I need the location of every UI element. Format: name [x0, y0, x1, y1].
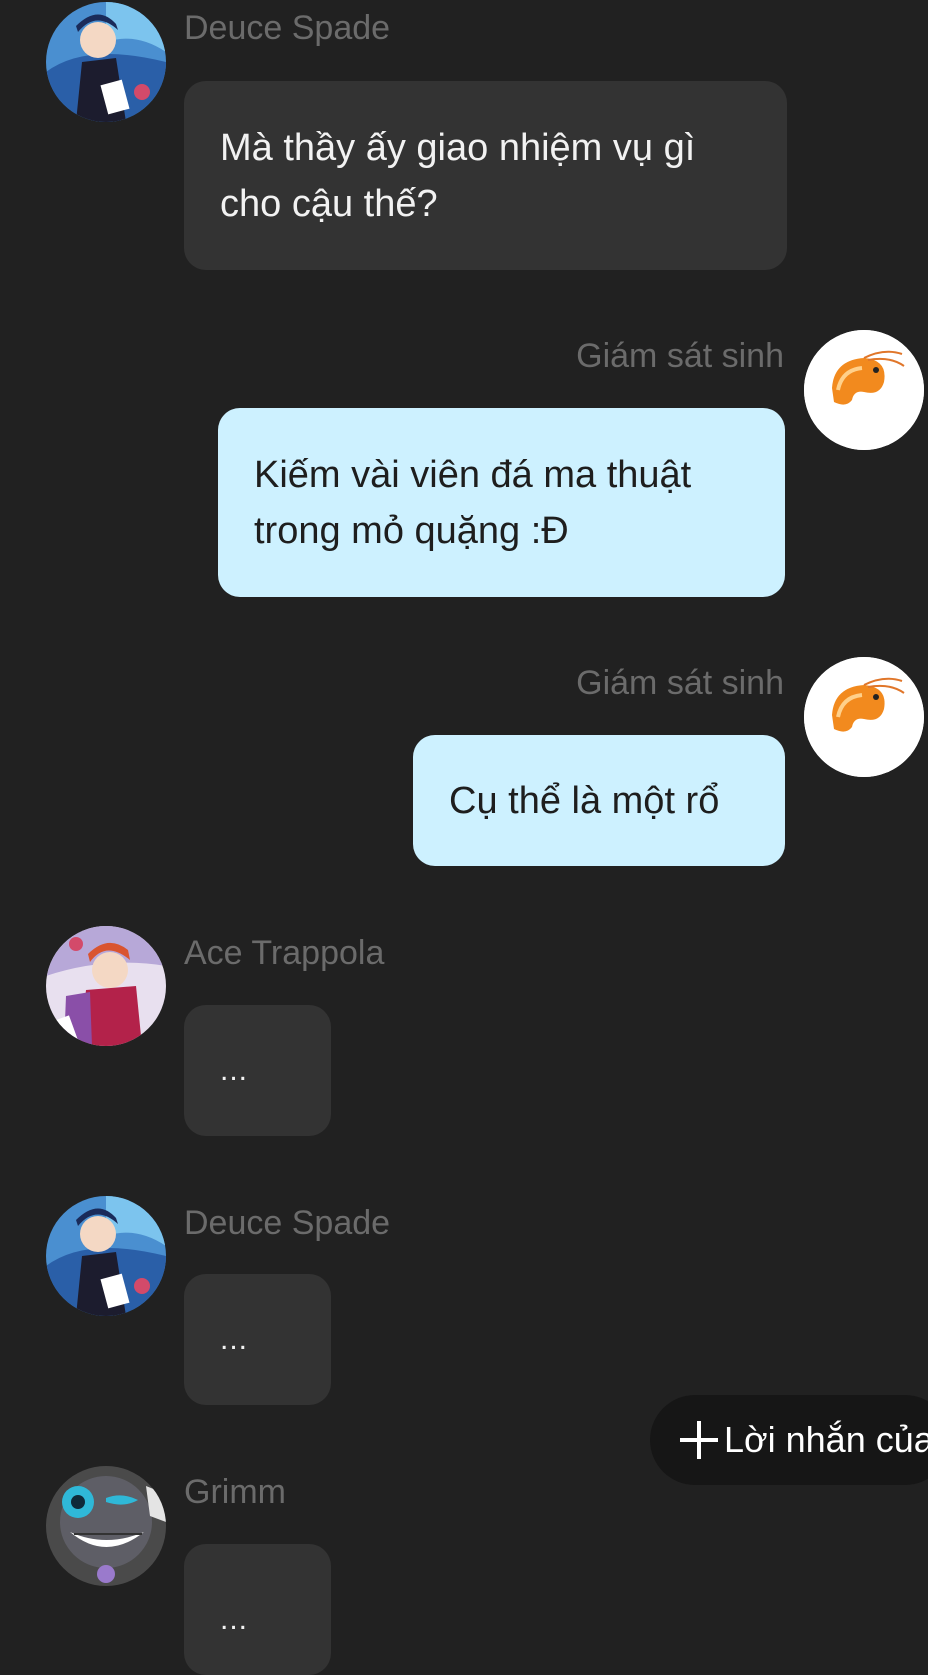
sender-name: Ace Trappola — [184, 934, 385, 972]
avatar-deuce-spade[interactable] — [46, 2, 166, 122]
avatar-giam-sat-sinh[interactable] — [804, 330, 924, 450]
avatar-giam-sat-sinh[interactable] — [804, 657, 924, 777]
plus-icon — [680, 1421, 718, 1459]
sender-name: Giám sát sinh — [576, 664, 784, 702]
leave-message-button[interactable]: Lời nhắn của — [650, 1395, 928, 1485]
message-bubble[interactable]: ... — [184, 1274, 331, 1405]
message-bubble[interactable]: ... — [184, 1544, 331, 1675]
sender-name: Deuce Spade — [184, 1204, 391, 1242]
message-bubble[interactable]: Kiếm vài viên đá ma thuật trong mỏ quặng… — [218, 408, 785, 597]
avatar-grimm[interactable] — [46, 1466, 166, 1586]
fab-label: Lời nhắn của — [724, 1419, 928, 1460]
sender-name: Deuce Spade — [184, 9, 391, 47]
shrimp-icon — [804, 330, 924, 450]
avatar-deuce-spade[interactable] — [46, 1196, 166, 1316]
shrimp-icon — [804, 657, 924, 777]
avatar-ace-trappola[interactable] — [46, 926, 166, 1046]
message-bubble[interactable]: Mà thầy ấy giao nhiệm vụ gì cho cậu thế? — [184, 81, 787, 270]
message-bubble[interactable]: ... — [184, 1005, 331, 1136]
message-bubble[interactable]: Cụ thể là một rổ — [413, 735, 785, 866]
sender-name: Grimm — [184, 1473, 286, 1511]
sender-name: Giám sát sinh — [576, 337, 784, 375]
